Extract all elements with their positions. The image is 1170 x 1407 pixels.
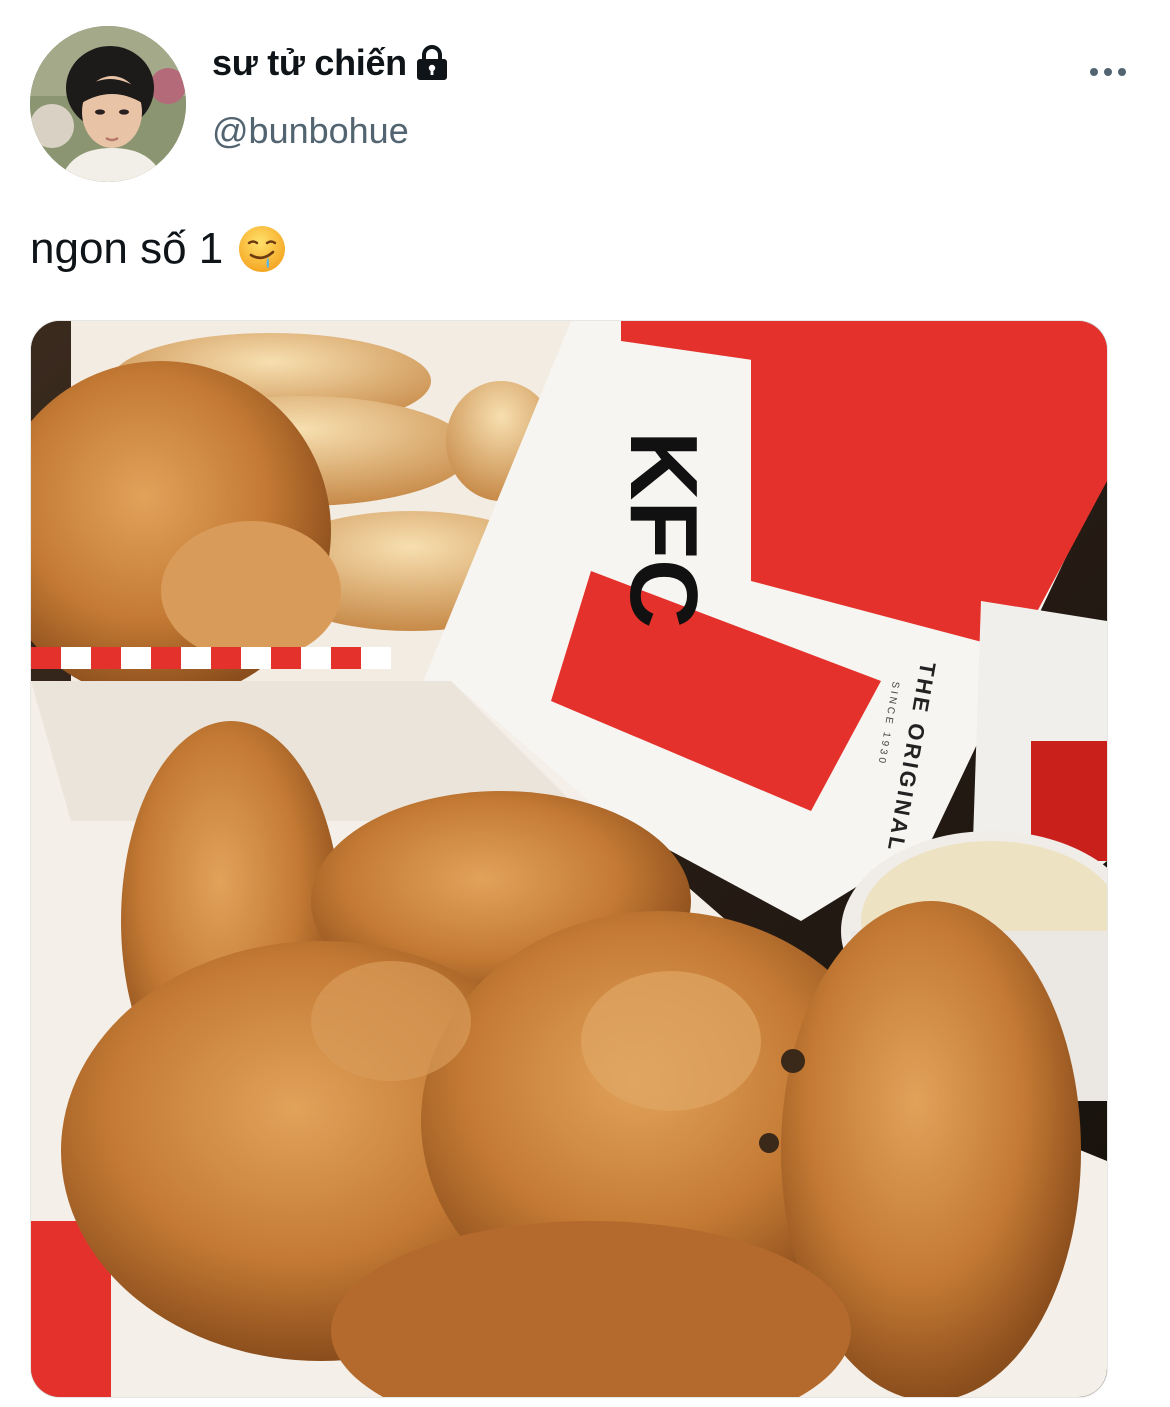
box-brand-text: KFC — [610, 431, 717, 628]
lock-icon — [415, 45, 449, 81]
author-avatar[interactable] — [30, 26, 186, 182]
display-name: sư tử chiến — [212, 42, 407, 83]
author-handle[interactable]: @bunbohue — [212, 110, 409, 152]
display-name-row[interactable]: sư tử chiến — [212, 40, 449, 86]
more-options-icon[interactable] — [1088, 60, 1128, 84]
tweet-text: ngon số 1 — [30, 222, 287, 276]
tweet-text-content: ngon số 1 — [30, 224, 224, 273]
kfc-meal-photo: KFC THE ORIGINAL SINCE 1930 hot — [31, 321, 1107, 1397]
tweet-photo[interactable]: KFC THE ORIGINAL SINCE 1930 hot — [30, 320, 1108, 1398]
avatar-image — [30, 26, 186, 182]
tweet-header: sư tử chiến @bunbohue — [30, 26, 1140, 182]
drooling-face-emoji-icon — [237, 224, 287, 274]
